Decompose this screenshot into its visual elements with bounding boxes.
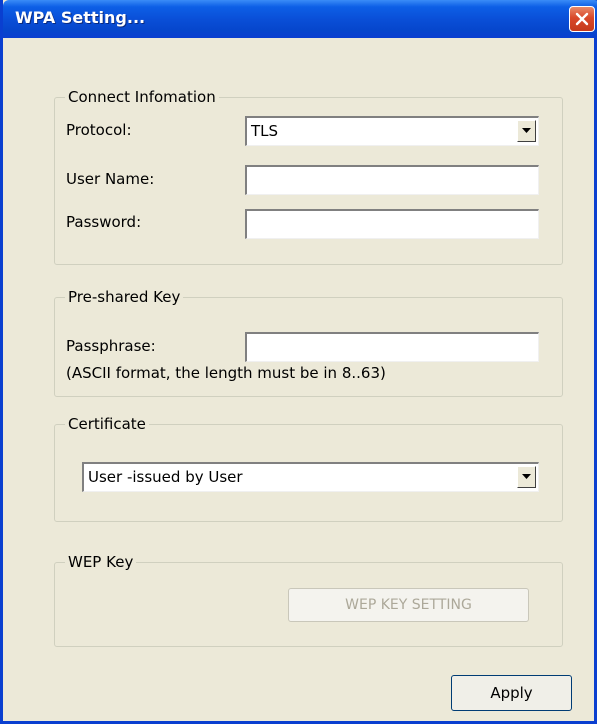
username-input[interactable] [245,165,539,195]
wpa-setting-dialog: WPA Setting... Connect Infomation Protoc… [0,0,597,724]
preshared-key-group: Pre-shared Key Passphrase: (ASCII format… [54,287,563,397]
protocol-select[interactable]: TLS [245,116,539,146]
connect-information-legend: Connect Infomation [65,87,219,107]
certificate-legend: Certificate [65,414,149,434]
password-input[interactable] [245,209,539,239]
certificate-group: Certificate User -issued by User [54,414,563,522]
chevron-down-icon [522,474,531,479]
preshared-key-legend: Pre-shared Key [65,287,184,307]
wep-key-group: WEP Key WEP KEY SETTING [54,552,563,647]
title-bar[interactable]: WPA Setting... [3,0,597,38]
passphrase-label: Passphrase: [66,337,156,355]
apply-button[interactable]: Apply [451,675,572,711]
protocol-label: Protocol: [66,121,132,139]
close-button[interactable] [569,6,595,32]
connect-information-group: Connect Infomation Protocol: TLS User Na… [54,87,563,265]
protocol-dropdown-button[interactable] [517,120,536,142]
certificate-select[interactable]: User -issued by User [82,462,539,492]
window-title: WPA Setting... [15,8,146,27]
close-icon [575,12,589,26]
passphrase-hint: (ASCII format, the length must be in 8..… [66,364,386,382]
wep-key-legend: WEP Key [65,552,137,572]
chevron-down-icon [522,128,531,133]
wep-key-setting-button[interactable]: WEP KEY SETTING [288,588,529,622]
password-label: Password: [66,213,142,231]
username-label: User Name: [66,170,155,188]
passphrase-input[interactable] [245,332,539,362]
protocol-selected-value: TLS [251,122,279,140]
certificate-selected-value: User -issued by User [88,468,243,486]
certificate-dropdown-button[interactable] [517,466,536,488]
